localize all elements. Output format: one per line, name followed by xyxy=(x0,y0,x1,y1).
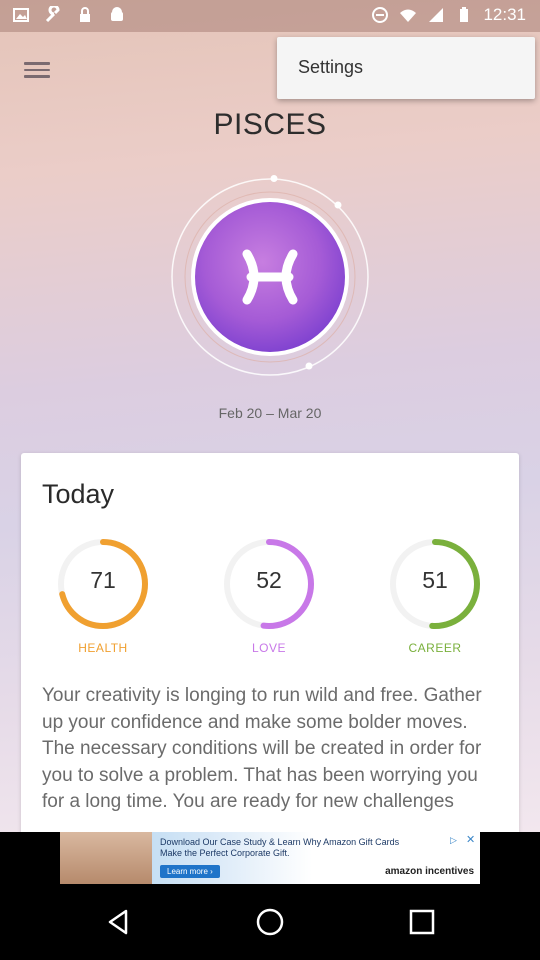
back-icon[interactable] xyxy=(102,906,134,938)
ad-banner[interactable]: Download Our Case Study & Learn Why Amaz… xyxy=(0,832,540,884)
navigation-bar xyxy=(0,884,540,960)
status-bar: 12:31 xyxy=(0,0,540,32)
signal-icon xyxy=(429,8,444,22)
dnd-icon xyxy=(372,7,389,23)
image-icon xyxy=(13,8,29,22)
ad-learn-more-button[interactable]: Learn more › xyxy=(160,865,220,878)
career-stat: 51 CAREER xyxy=(380,537,490,667)
recents-icon[interactable] xyxy=(406,906,438,938)
horoscope-description: Your creativity is longing to run wild a… xyxy=(42,685,482,812)
overflow-menu: Settings xyxy=(277,37,535,99)
hamburger-icon[interactable] xyxy=(24,58,50,78)
date-range: Feb 20 – Mar 20 xyxy=(218,405,322,421)
status-time: 12:31 xyxy=(483,5,526,24)
today-heading: Today xyxy=(42,479,115,509)
health-value: 71 xyxy=(90,567,116,593)
lock-icon xyxy=(80,7,90,22)
love-stat: 52 LOVE xyxy=(214,537,324,667)
ad-brand: amazon incentives xyxy=(385,866,474,877)
health-stat: 71 HEALTH xyxy=(48,537,158,667)
love-label: LOVE xyxy=(251,641,286,655)
love-value: 52 xyxy=(256,567,282,593)
today-card: Today 71 HEALTH 52 LOVE 51 CAREER Your c… xyxy=(21,453,519,873)
ad-choices-icon[interactable]: ▷ xyxy=(450,834,462,846)
home-icon[interactable] xyxy=(254,906,286,938)
page-title: PISCES xyxy=(213,108,327,141)
ad-image xyxy=(60,832,152,884)
wrench-icon xyxy=(45,6,60,23)
career-label: CAREER xyxy=(408,641,462,655)
android-icon xyxy=(111,7,123,21)
zodiac-sign-emblem xyxy=(165,172,375,382)
battery-icon xyxy=(460,7,469,22)
ad-close-icon[interactable]: ✕ xyxy=(466,834,478,846)
career-value: 51 xyxy=(422,567,448,593)
ad-content[interactable]: Download Our Case Study & Learn Why Amaz… xyxy=(60,832,480,884)
wifi-icon xyxy=(400,9,417,22)
settings-menu-item[interactable]: Settings xyxy=(298,57,363,78)
app-screen: 12:31 PISCES Feb 20 – Mar 20 Today 71 HE… xyxy=(0,0,540,960)
ad-text: Download Our Case Study & Learn Why Amaz… xyxy=(160,837,400,858)
health-label: HEALTH xyxy=(78,641,128,655)
